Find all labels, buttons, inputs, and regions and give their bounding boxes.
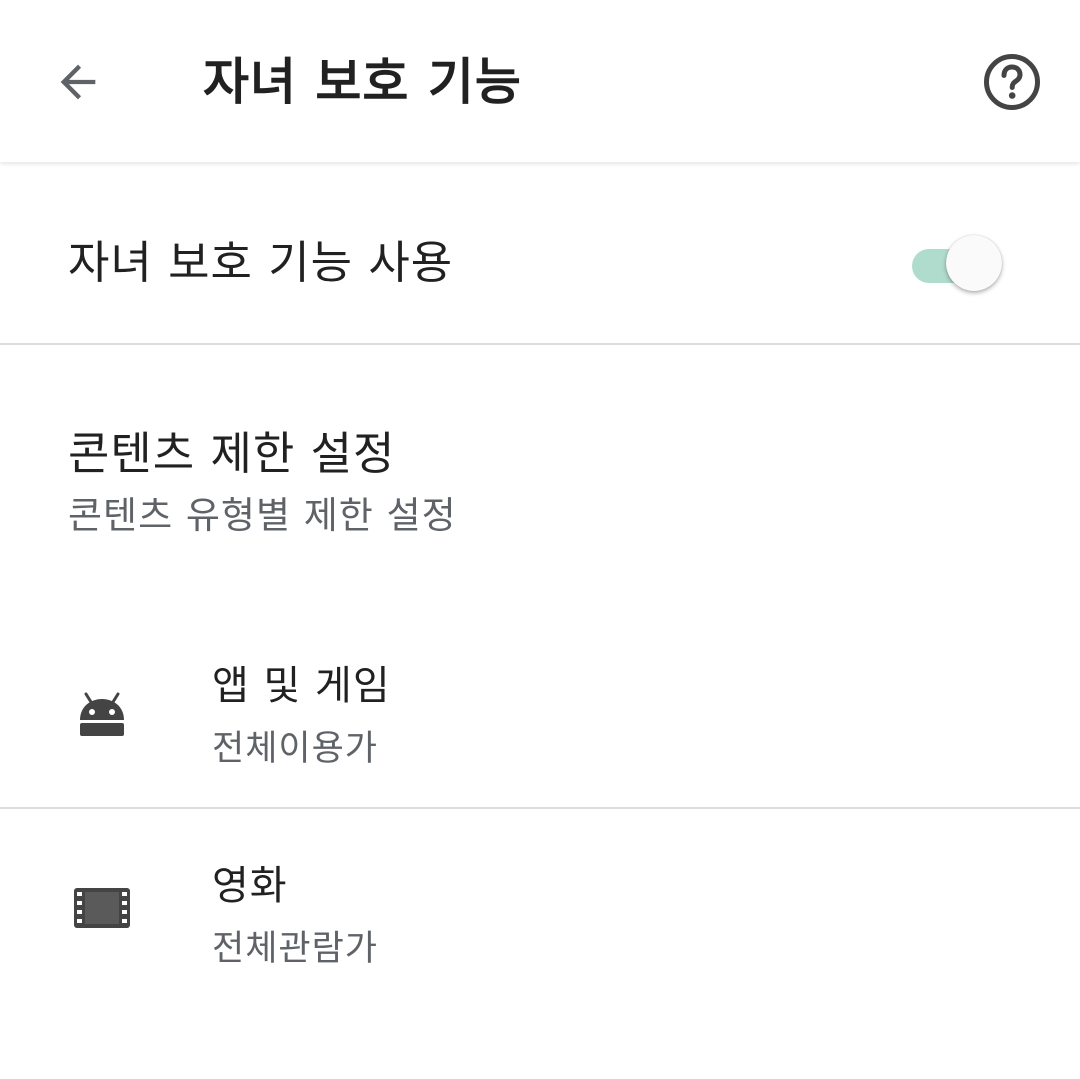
section-subtitle: 콘텐츠 유형별 제한 설정 bbox=[68, 494, 457, 537]
parental-controls-switch[interactable] bbox=[906, 235, 1006, 291]
android-icon bbox=[72, 682, 132, 742]
parental-controls-toggle-label: 자녀 보호 기능 사용 bbox=[68, 236, 454, 289]
category-title: 앱 및 게임 bbox=[212, 663, 391, 709]
divider bbox=[0, 807, 1080, 809]
category-rating-value: 전체관람가 bbox=[212, 929, 379, 969]
content-restrictions-section: 콘텐츠 제한 설정 콘텐츠 유형별 제한 설정 bbox=[0, 346, 1080, 596]
page-title: 자녀 보호 기능 bbox=[203, 53, 522, 111]
section-title: 콘텐츠 제한 설정 bbox=[68, 427, 396, 480]
category-title: 영화 bbox=[212, 863, 288, 909]
back-button[interactable] bbox=[38, 40, 118, 124]
parental-controls-screen: 자녀 보호 기능 자녀 보호 기능 사용 콘텐츠 제한 설정 콘텐츠 유형별 제… bbox=[0, 0, 1080, 1079]
category-row-apps-games[interactable]: 앱 및 게임 전체이용가 bbox=[0, 610, 1080, 810]
divider bbox=[0, 343, 1080, 345]
movie-film-icon bbox=[72, 878, 132, 938]
arrow-back-icon bbox=[60, 64, 96, 100]
switch-thumb bbox=[946, 235, 1002, 291]
category-rating-value: 전체이용가 bbox=[212, 729, 379, 769]
parental-controls-toggle-row[interactable]: 자녀 보호 기능 사용 bbox=[0, 163, 1080, 343]
help-button[interactable] bbox=[972, 42, 1052, 122]
category-row-movies[interactable]: 영화 전체관람가 bbox=[0, 810, 1080, 1010]
app-toolbar: 자녀 보호 기능 bbox=[0, 0, 1080, 162]
help-circle-icon bbox=[984, 54, 1040, 110]
